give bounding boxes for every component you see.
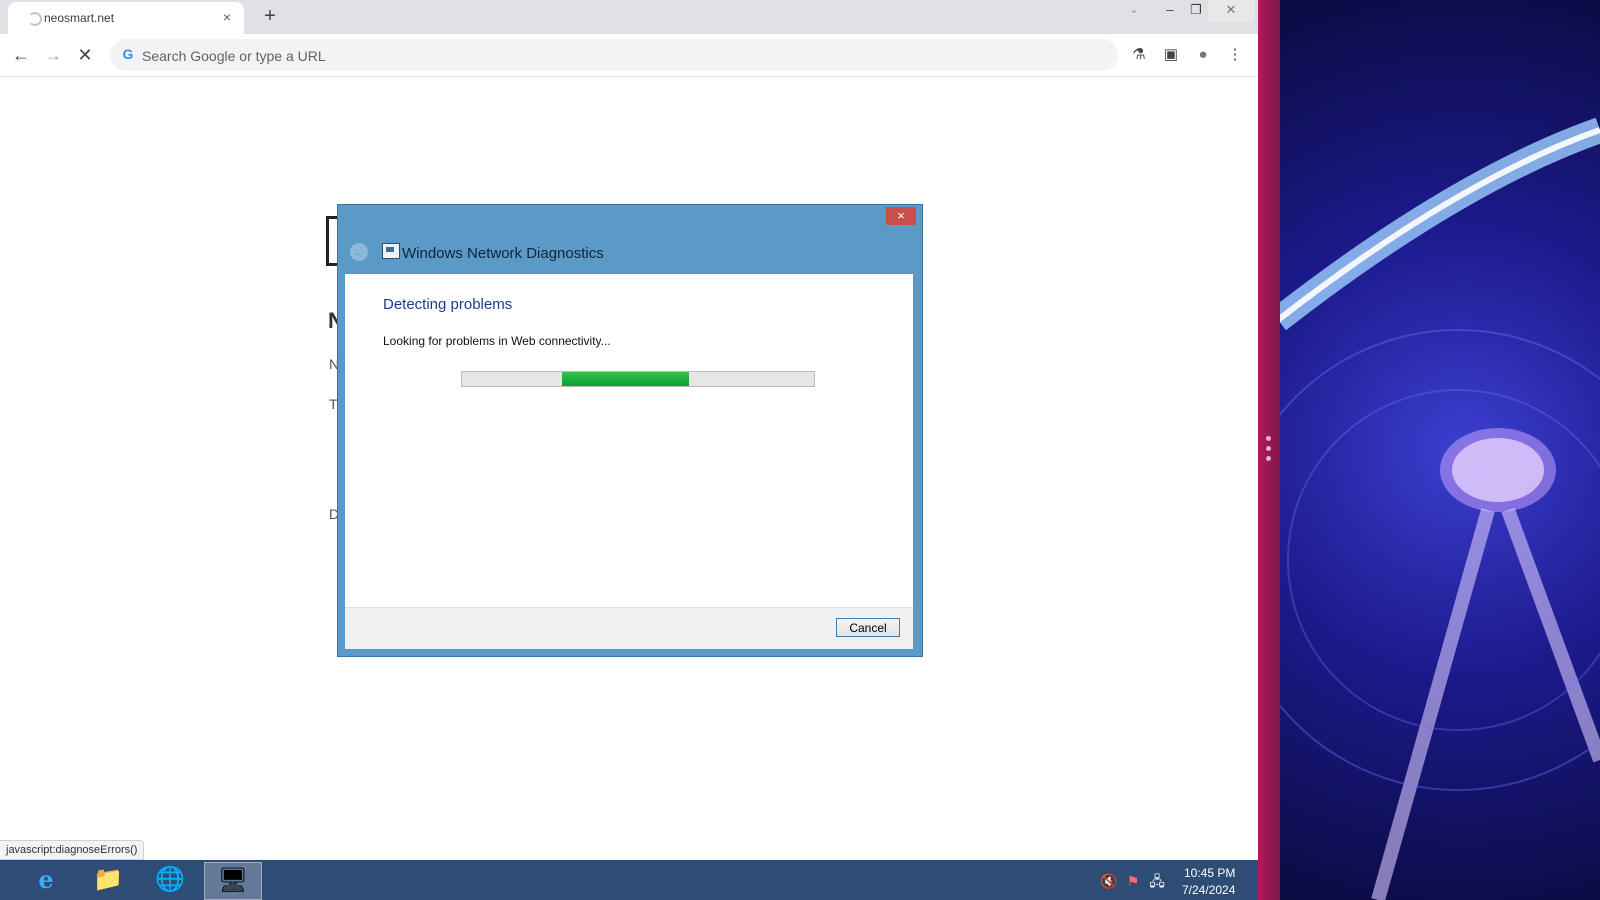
tab-title: neosmart.net	[44, 11, 115, 25]
diagnostics-icon[interactable]: 🖥	[204, 862, 262, 900]
taskbar: e 📁 🌐 🖥 🔇 ⚑ 🖧 10:45 PM 7/24/2024	[0, 860, 1258, 900]
dialog-heading: Detecting problems	[383, 296, 513, 313]
minimize-button[interactable]: –	[1156, 0, 1184, 22]
tab-close-icon[interactable]: ×	[218, 8, 236, 26]
dialog-body: Detecting problems Looking for problems …	[345, 274, 913, 607]
clock-date[interactable]: 7/24/2024	[1182, 883, 1235, 897]
network-icon[interactable]: 🖧	[1148, 872, 1166, 890]
google-icon: G	[122, 46, 134, 62]
tab-search-icon[interactable]: ⌄	[1120, 0, 1148, 22]
globe-icon[interactable]: 🌐	[142, 862, 198, 898]
loading-spinner-icon	[28, 12, 42, 26]
diagnostic-status-text: Looking for problems in Web connectivity…	[383, 334, 611, 348]
side-panel-icon[interactable]: ▣	[1160, 44, 1182, 66]
back-button[interactable]: ←	[8, 42, 34, 68]
network-diagnostics-dialog: × ← Windows Network Diagnostics Detectin…	[337, 204, 923, 657]
omnibox[interactable]: G	[110, 39, 1118, 71]
progress-bar	[461, 371, 815, 387]
snap-handle-icon[interactable]	[1266, 436, 1272, 466]
close-window-button[interactable]: ✕	[1208, 0, 1254, 22]
back-arrow-icon[interactable]: ←	[350, 243, 368, 261]
internet-explorer-icon[interactable]: e	[18, 862, 74, 898]
tab-neosmart[interactable]: neosmart.net ×	[8, 2, 244, 34]
address-bar-input[interactable]	[140, 45, 1044, 67]
menu-icon[interactable]: ⋮	[1224, 44, 1246, 66]
dialog-close-button[interactable]: ×	[886, 207, 916, 225]
forward-button[interactable]: →	[40, 42, 66, 68]
volume-muted-icon[interactable]: 🔇	[1100, 872, 1118, 890]
new-tab-button[interactable]: +	[258, 4, 282, 28]
stop-loading-button[interactable]: ✕	[72, 42, 98, 68]
diagnostics-app-icon	[382, 243, 400, 259]
progress-marquee	[562, 372, 689, 386]
link-status-bubble: javascript:diagnoseErrors()	[0, 840, 145, 860]
profile-icon[interactable]: ●	[1192, 44, 1214, 66]
dialog-title: Windows Network Diagnostics	[402, 245, 604, 262]
dialog-footer: Cancel	[345, 607, 913, 649]
desktop-wallpaper	[1258, 0, 1600, 900]
wallpaper-graphic	[1258, 117, 1600, 900]
labs-icon[interactable]: ⚗	[1128, 44, 1150, 66]
cancel-button[interactable]: Cancel	[836, 618, 900, 637]
clock-time[interactable]: 10:45 PM	[1184, 866, 1235, 880]
action-center-flag-icon[interactable]: ⚑	[1124, 872, 1142, 890]
tab-strip: neosmart.net × + ⌄ – ❐ ✕	[0, 0, 1258, 34]
restore-button[interactable]: ❐	[1182, 0, 1210, 22]
browser-toolbar: ← → ✕ G ⚗ ▣ ● ⋮	[0, 34, 1258, 77]
folder-icon[interactable]: 📁	[80, 862, 136, 898]
